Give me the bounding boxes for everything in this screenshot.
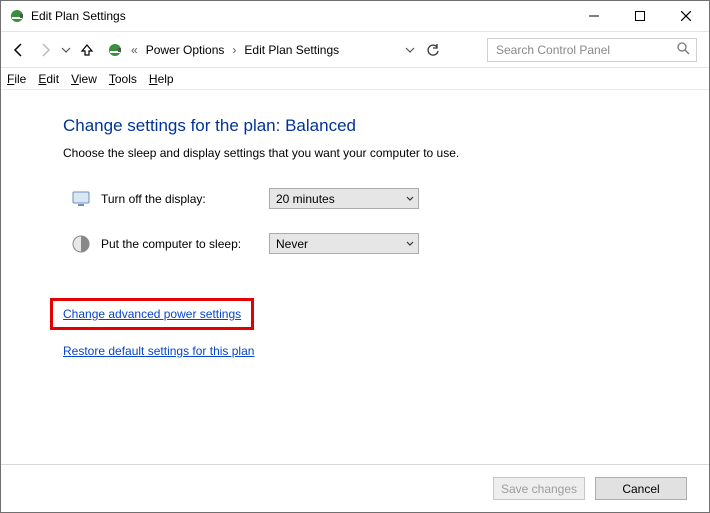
search-input[interactable] xyxy=(494,42,676,58)
restore-defaults-link[interactable]: Restore default settings for this plan xyxy=(63,344,254,358)
dropdown-value: Never xyxy=(276,237,308,251)
toolbar: « Power Options › Edit Plan Settings xyxy=(1,32,709,68)
chevron-right-icon: › xyxy=(230,43,238,57)
back-button[interactable] xyxy=(7,38,31,62)
breadcrumb-segment[interactable]: Power Options xyxy=(142,41,229,59)
search-box[interactable] xyxy=(487,38,697,62)
up-button[interactable] xyxy=(75,38,99,62)
window: Edit Plan Settings xyxy=(0,0,710,513)
setting-display-label: Turn off the display: xyxy=(101,192,269,206)
menu-tools[interactable]: Tools xyxy=(109,72,137,86)
links-section: Change advanced power settings Restore d… xyxy=(63,298,697,358)
breadcrumb-segment[interactable]: Edit Plan Settings xyxy=(240,41,343,59)
save-button: Save changes xyxy=(493,477,585,500)
setting-sleep-label: Put the computer to sleep: xyxy=(101,237,269,251)
menubar: File Edit View Tools Help xyxy=(1,68,709,90)
chevron-down-icon xyxy=(406,237,414,251)
breadcrumb-chevrons: « xyxy=(129,43,140,57)
page-title: Change settings for the plan: Balanced xyxy=(63,116,697,136)
sleep-icon xyxy=(71,234,91,254)
dropdown-value: 20 minutes xyxy=(276,192,335,206)
cancel-button[interactable]: Cancel xyxy=(595,477,687,500)
advanced-settings-highlight: Change advanced power settings xyxy=(50,298,254,330)
menu-edit[interactable]: Edit xyxy=(38,72,59,86)
content-area: Change settings for the plan: Balanced C… xyxy=(1,90,709,464)
power-options-icon xyxy=(9,8,25,24)
menu-help[interactable]: Help xyxy=(149,72,174,86)
display-icon xyxy=(71,189,91,209)
address-dropdown-button[interactable] xyxy=(405,45,415,55)
setting-display-row: Turn off the display: 20 minutes xyxy=(63,188,697,209)
titlebar: Edit Plan Settings xyxy=(1,1,709,32)
page-description: Choose the sleep and display settings th… xyxy=(63,146,697,160)
window-title: Edit Plan Settings xyxy=(31,9,126,23)
sleep-timeout-dropdown[interactable]: Never xyxy=(269,233,419,254)
search-icon[interactable] xyxy=(676,41,690,58)
recent-locations-button[interactable] xyxy=(59,38,73,62)
close-button[interactable] xyxy=(663,1,709,32)
display-timeout-dropdown[interactable]: 20 minutes xyxy=(269,188,419,209)
chevron-down-icon xyxy=(406,192,414,206)
menu-view[interactable]: View xyxy=(71,72,97,86)
menu-file[interactable]: File xyxy=(7,72,26,86)
breadcrumb[interactable]: « Power Options › Edit Plan Settings xyxy=(107,38,343,62)
refresh-button[interactable] xyxy=(421,38,445,62)
maximize-button[interactable] xyxy=(617,1,663,32)
forward-button xyxy=(33,38,57,62)
minimize-button[interactable] xyxy=(571,1,617,32)
change-advanced-link[interactable]: Change advanced power settings xyxy=(63,307,241,321)
setting-sleep-row: Put the computer to sleep: Never xyxy=(63,233,697,254)
button-bar: Save changes Cancel xyxy=(1,464,709,512)
power-options-icon xyxy=(107,42,123,58)
